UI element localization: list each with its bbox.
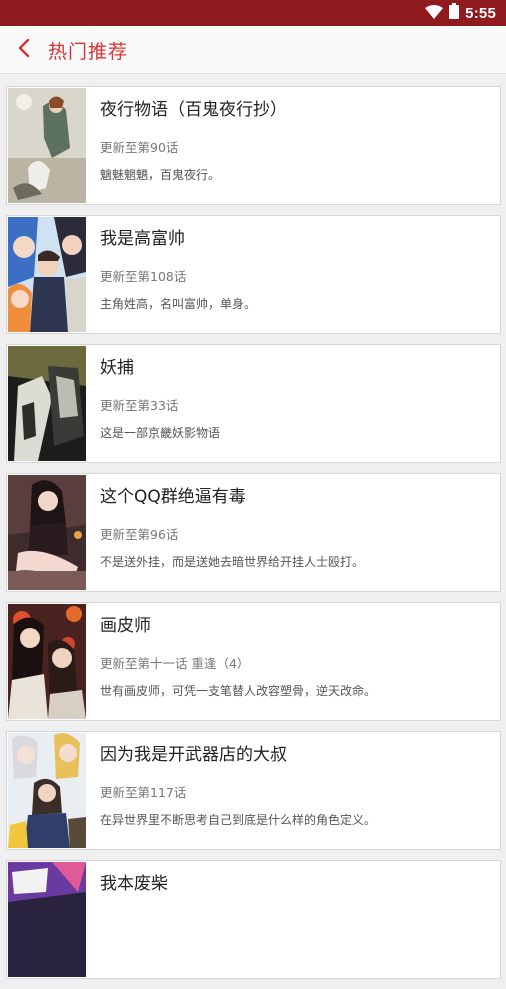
comic-update: 更新至第117话 bbox=[100, 785, 187, 800]
comic-cover bbox=[8, 475, 86, 590]
comic-update: 更新至第十一话 重逢（4） bbox=[100, 656, 250, 671]
comic-cover bbox=[8, 88, 86, 203]
comic-card[interactable]: 妖捕 更新至第33话 这是一部京畿妖影物语 bbox=[6, 344, 501, 463]
status-time: 5:55 bbox=[465, 4, 496, 22]
comic-description: 世有画皮师，可凭一支笔替人改容塑骨，逆天改命。 bbox=[100, 684, 377, 698]
comic-cover bbox=[8, 217, 86, 332]
comic-title: 我是高富帅 bbox=[100, 229, 185, 249]
comic-update: 更新至第108话 bbox=[100, 269, 187, 284]
comic-card[interactable]: 夜行物语（百鬼夜行抄） 更新至第90话 魑魅魍魉，百鬼夜行。 bbox=[6, 86, 501, 205]
comic-cover bbox=[8, 733, 86, 848]
page-title: 热门推荐 bbox=[48, 41, 129, 63]
comic-description: 在异世界里不断思考自己到底是什么样的角色定义。 bbox=[100, 813, 377, 827]
comic-title: 我本废柴 bbox=[100, 874, 168, 894]
comic-description: 魑魅魍魉，百鬼夜行。 bbox=[100, 168, 221, 182]
comic-card[interactable]: 我是高富帅 更新至第108话 主角姓高，名叫富帅，单身。 bbox=[6, 215, 501, 334]
comic-title: 妖捕 bbox=[100, 358, 134, 378]
comic-title: 画皮师 bbox=[100, 616, 151, 636]
comic-title: 这个QQ群绝逼有毒 bbox=[100, 487, 246, 507]
comic-cover bbox=[8, 604, 86, 719]
comic-description: 这是一部京畿妖影物语 bbox=[100, 426, 221, 440]
status-icons: 5:55 bbox=[425, 3, 496, 23]
comic-card[interactable]: 画皮师 更新至第十一话 重逢（4） 世有画皮师，可凭一支笔替人改容塑骨，逆天改命… bbox=[6, 602, 501, 721]
comic-update: 更新至第96话 bbox=[100, 527, 179, 542]
back-button[interactable] bbox=[10, 36, 38, 64]
comic-title: 因为我是开武器店的大叔 bbox=[100, 745, 287, 765]
comic-card[interactable]: 我本废柴 bbox=[6, 860, 501, 979]
comic-card[interactable]: 这个QQ群绝逼有毒 更新至第96话 不是送外挂，而是送她去暗世界给开挂人士殴打。 bbox=[6, 473, 501, 592]
comic-title: 夜行物语（百鬼夜行抄） bbox=[100, 100, 287, 120]
comic-description: 不是送外挂，而是送她去暗世界给开挂人士殴打。 bbox=[100, 555, 365, 569]
app-bar: 热门推荐 bbox=[0, 26, 506, 74]
battery-icon bbox=[449, 3, 460, 23]
comic-cover bbox=[8, 862, 86, 977]
status-bar: 5:55 bbox=[0, 0, 506, 26]
wifi-icon bbox=[425, 4, 444, 23]
comic-cover bbox=[8, 346, 86, 461]
comic-list: 夜行物语（百鬼夜行抄） 更新至第90话 魑魅魍魉，百鬼夜行。 我是高富帅 更新至… bbox=[6, 86, 501, 989]
chevron-left-icon bbox=[17, 38, 31, 62]
comic-description: 主角姓高，名叫富帅，单身。 bbox=[100, 297, 257, 311]
comic-update: 更新至第90话 bbox=[100, 140, 179, 155]
comic-card[interactable]: 因为我是开武器店的大叔 更新至第117话 在异世界里不断思考自己到底是什么样的角… bbox=[6, 731, 501, 850]
comic-update: 更新至第33话 bbox=[100, 398, 179, 413]
